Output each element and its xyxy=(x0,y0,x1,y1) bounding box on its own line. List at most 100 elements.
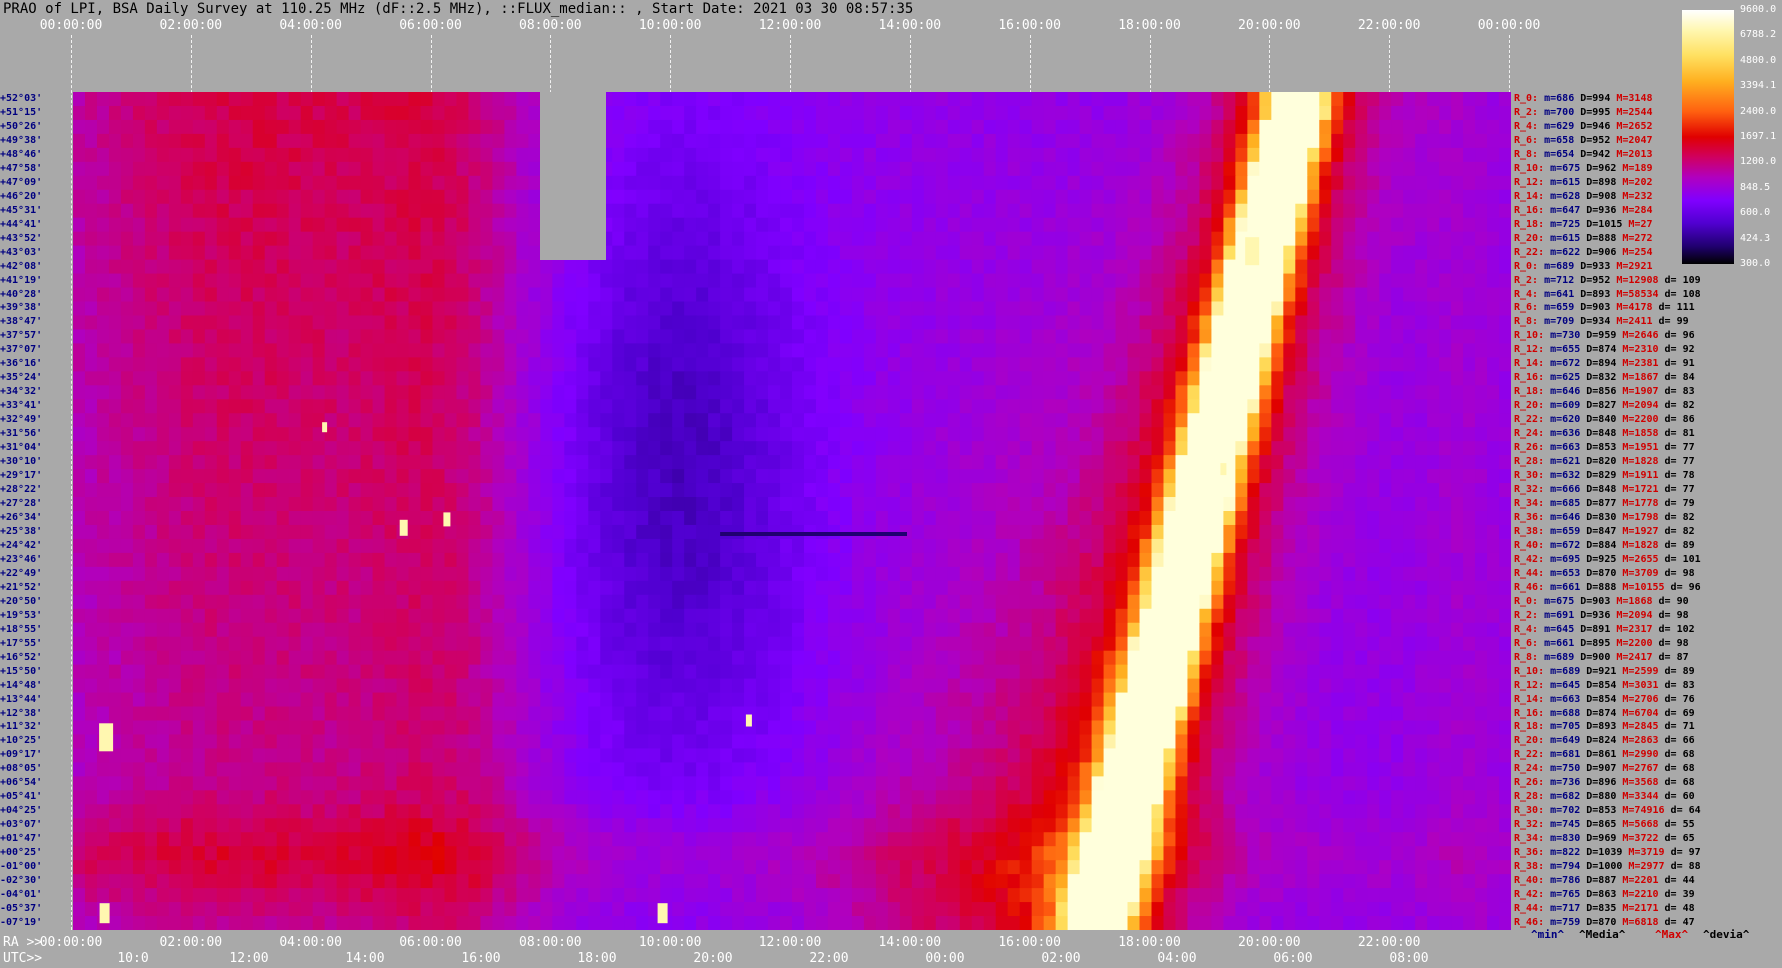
heatmap-cell xyxy=(1055,455,1069,470)
heatmap-cell xyxy=(1031,385,1045,400)
heatmap-cell xyxy=(768,217,781,233)
heatmap-cell xyxy=(720,580,733,596)
heatmap-cell xyxy=(240,259,254,275)
heatmap-cell xyxy=(935,608,949,624)
heatmap-cell xyxy=(792,231,805,247)
heatmap-cell xyxy=(264,175,278,191)
heatmap-cell xyxy=(312,608,326,624)
heatmap-cell xyxy=(1175,455,1189,470)
heatmap-cell xyxy=(1319,371,1332,386)
heatmap-cell xyxy=(432,147,446,163)
heatmap-cell xyxy=(1079,580,1093,596)
heatmap-cell xyxy=(1463,273,1476,289)
heatmap-cell xyxy=(792,594,805,610)
heatmap-cell xyxy=(696,217,709,233)
heatmap-cell xyxy=(1103,189,1117,205)
heatmap-cell xyxy=(564,538,577,554)
heatmap-cell xyxy=(815,133,829,149)
heatmap-cell xyxy=(1391,217,1404,233)
heatmap-cell xyxy=(552,343,565,358)
heatmap-cell xyxy=(1043,371,1057,386)
heatmap-cell xyxy=(180,524,194,540)
heatmap-cell xyxy=(372,231,386,247)
heatmap-cell xyxy=(648,357,661,372)
heatmap-cell xyxy=(612,427,625,442)
heatmap-cell xyxy=(648,105,661,121)
heatmap-cell xyxy=(624,273,637,289)
heatmap-cell xyxy=(384,357,398,372)
heatmap-cell xyxy=(1427,566,1440,582)
heatmap-cell xyxy=(516,147,529,163)
heatmap-cell xyxy=(1499,650,1511,666)
heatmap-cell xyxy=(839,315,853,331)
heatmap-cell xyxy=(1403,469,1416,484)
heatmap-cell xyxy=(1439,147,1452,163)
heatmap-cell xyxy=(108,608,122,624)
heatmap-cell xyxy=(1295,469,1308,484)
heatmap-cell xyxy=(1103,329,1117,344)
heatmap-cell xyxy=(1403,385,1416,400)
heatmap-cell xyxy=(1415,371,1428,386)
heatmap-cell xyxy=(1283,133,1296,149)
heatmap-cell xyxy=(336,203,350,219)
heatmap-cell xyxy=(1283,119,1296,135)
heatmap-cell xyxy=(396,259,410,275)
heatmap-cell xyxy=(396,175,410,191)
heatmap-cell xyxy=(959,287,973,303)
heatmap-cell xyxy=(1271,399,1284,414)
heatmap-cell xyxy=(1151,552,1165,568)
heatmap-cell xyxy=(732,92,745,107)
heatmap-cell xyxy=(408,538,422,554)
heatmap-cell xyxy=(228,133,242,149)
heatmap-cell xyxy=(1439,511,1452,526)
heatmap-cell xyxy=(899,413,913,428)
heatmap-cell xyxy=(1163,511,1177,526)
heatmap-cell xyxy=(276,385,290,400)
heatmap-cell xyxy=(1091,301,1105,317)
heatmap-cell xyxy=(120,552,134,568)
heatmap-cell xyxy=(708,371,721,386)
heatmap-cell xyxy=(372,133,386,149)
heatmap-cell xyxy=(336,608,350,624)
heatmap-cell xyxy=(624,427,637,442)
heatmap-cell xyxy=(1379,203,1392,219)
heatmap-cell xyxy=(1043,608,1057,624)
heatmap-cell xyxy=(839,538,853,554)
heatmap-cell xyxy=(851,231,865,247)
heatmap-cell xyxy=(1439,343,1452,358)
heatmap-cell xyxy=(408,455,422,470)
heatmap-cell xyxy=(108,119,122,135)
heatmap-cell xyxy=(911,273,925,289)
heatmap-cell xyxy=(564,594,577,610)
heatmap-cell xyxy=(84,231,98,247)
heatmap-cell xyxy=(408,580,422,596)
heatmap-cell xyxy=(1199,301,1213,317)
heatmap-cell xyxy=(312,399,326,414)
heatmap-cell xyxy=(1259,413,1272,428)
heatmap-cell xyxy=(995,92,1009,107)
heatmap-cell xyxy=(899,329,913,344)
heatmap-cell xyxy=(1235,608,1248,624)
heatmap-cell xyxy=(1175,636,1189,652)
heatmap-cell xyxy=(396,92,410,107)
heatmap-cell xyxy=(1007,357,1021,372)
heatmap-cell xyxy=(1307,217,1320,233)
heatmap-cell xyxy=(360,105,374,121)
heatmap-cell xyxy=(851,441,865,456)
heatmap-cell xyxy=(1019,469,1033,484)
heatmap-cell xyxy=(600,483,613,498)
heatmap-cell xyxy=(1295,455,1308,470)
heatmap-cell xyxy=(264,552,278,568)
heatmap-cell xyxy=(420,497,434,512)
heatmap-cell xyxy=(108,650,122,666)
heatmap-cell xyxy=(1043,524,1057,540)
heatmap-cell xyxy=(983,133,997,149)
heatmap-cell xyxy=(1091,636,1105,652)
heatmap-cell xyxy=(1379,538,1392,554)
heatmap-cell xyxy=(1355,413,1368,428)
heatmap-cell xyxy=(1487,413,1500,428)
heatmap-cell xyxy=(839,608,853,624)
heatmap-cell xyxy=(1403,203,1416,219)
heatmap-cell xyxy=(588,343,601,358)
heatmap-cell xyxy=(132,385,146,400)
